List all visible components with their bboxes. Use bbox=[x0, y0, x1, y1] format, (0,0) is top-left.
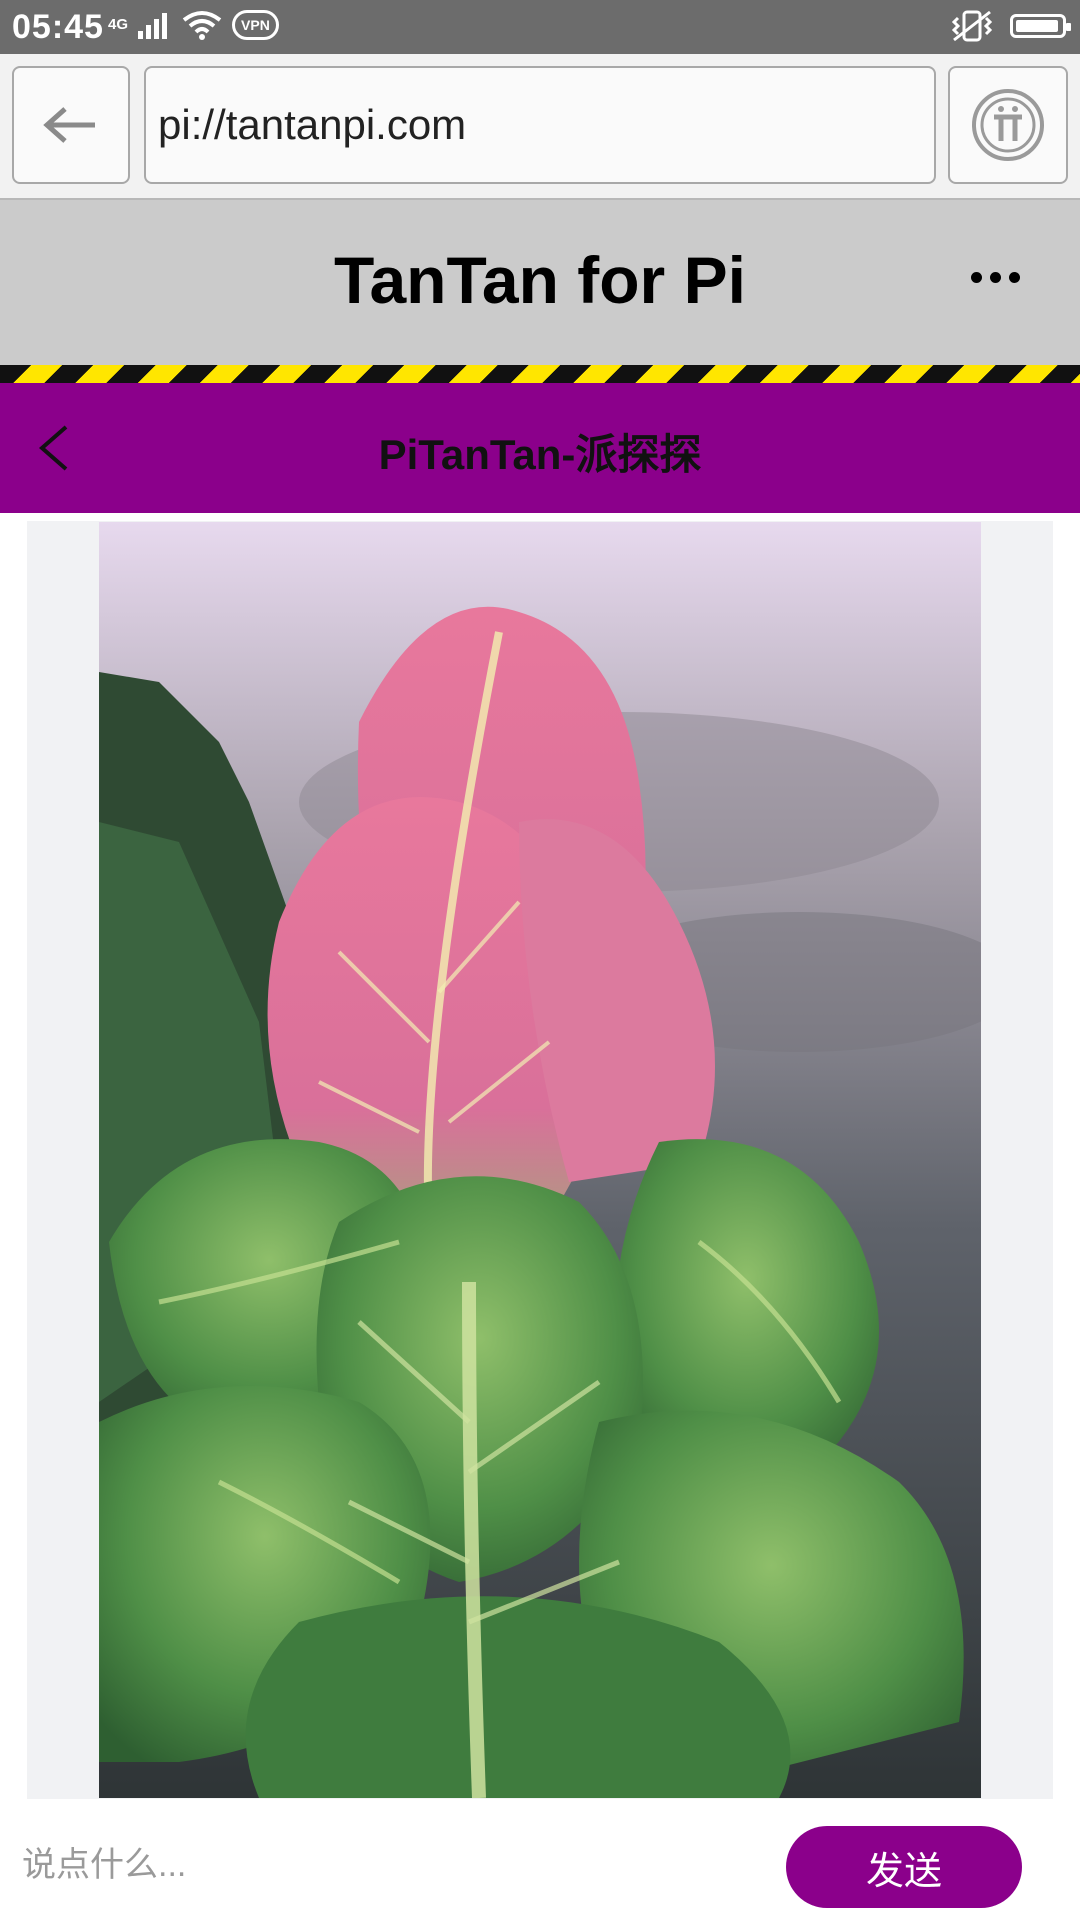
send-button[interactable]: 发送 bbox=[786, 1826, 1022, 1908]
vibrate-icon bbox=[951, 10, 993, 42]
battery-icon bbox=[1010, 14, 1071, 38]
url-text: pi://tantanpi.com bbox=[158, 101, 467, 148]
browser-toolbar: pi://tantanpi.com bbox=[0, 54, 1080, 200]
status-bar: 05:45 4G VPN bbox=[0, 0, 1080, 54]
battery-level bbox=[1016, 20, 1058, 32]
page-nav-bar: PiTanTan-派探探 bbox=[0, 383, 1080, 513]
network-label: 4G bbox=[108, 16, 129, 33]
cabbage-photo-art bbox=[99, 522, 981, 1798]
browser-back-button[interactable] bbox=[12, 66, 130, 184]
app-title: TanTan for Pi bbox=[334, 243, 746, 317]
menu-dot bbox=[1009, 272, 1020, 283]
pi-logo-icon bbox=[972, 89, 1044, 161]
status-icons-right bbox=[950, 10, 1071, 42]
hazard-stripe bbox=[0, 365, 1080, 383]
wifi-icon bbox=[182, 11, 222, 40]
post-image[interactable] bbox=[99, 522, 981, 1798]
comment-input[interactable] bbox=[20, 1824, 764, 1906]
url-bar[interactable]: pi://tantanpi.com bbox=[144, 66, 936, 184]
signal-icon bbox=[138, 13, 168, 39]
vpn-badge: VPN bbox=[232, 10, 279, 40]
page-title: PiTanTan-派探探 bbox=[378, 431, 702, 478]
arrow-left-icon bbox=[43, 107, 95, 143]
more-dots-icon[interactable] bbox=[971, 272, 1020, 283]
status-icons-left: 4G VPN bbox=[108, 10, 279, 40]
app-header: TanTan for Pi bbox=[0, 200, 1080, 365]
status-time: 05:45 bbox=[12, 8, 104, 46]
menu-dot bbox=[971, 272, 982, 283]
pi-wallet-button[interactable] bbox=[948, 66, 1068, 184]
menu-dot bbox=[990, 272, 1001, 283]
